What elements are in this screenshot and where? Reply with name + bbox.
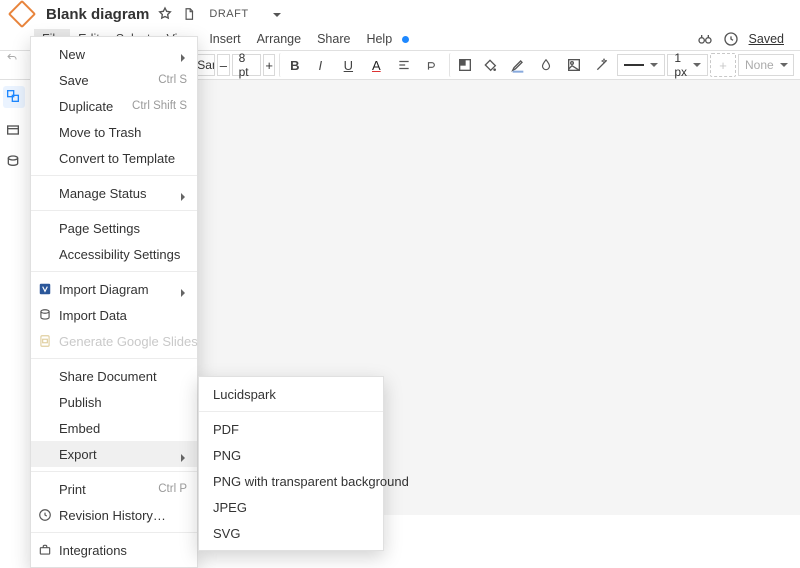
font-size-increase[interactable]: + bbox=[263, 54, 275, 76]
add-line-button[interactable]: + bbox=[710, 53, 736, 77]
file-share-document[interactable]: Share Document bbox=[31, 363, 197, 389]
file-new[interactable]: New bbox=[31, 41, 197, 67]
brand-icon bbox=[8, 0, 36, 28]
file-import-diagram[interactable]: Import Diagram bbox=[31, 276, 197, 302]
slides-icon bbox=[37, 333, 53, 349]
left-rail bbox=[0, 80, 28, 172]
page-icon[interactable] bbox=[181, 6, 197, 22]
file-duplicate[interactable]: DuplicateCtrl Shift S bbox=[31, 93, 197, 119]
line-style-select[interactable] bbox=[617, 54, 665, 76]
visio-icon bbox=[37, 281, 53, 297]
file-embed[interactable]: Embed bbox=[31, 415, 197, 441]
container-panel-icon[interactable] bbox=[5, 122, 23, 140]
line-width-value: 1 px bbox=[674, 51, 687, 79]
arrow-style-value: None bbox=[745, 58, 774, 72]
data-panel-icon[interactable] bbox=[5, 154, 23, 172]
undo-button[interactable] bbox=[4, 52, 20, 64]
file-import-data[interactable]: Import Data bbox=[31, 302, 197, 328]
clock-icon bbox=[37, 507, 53, 523]
underline-button[interactable]: U bbox=[335, 53, 361, 77]
fill-color-button[interactable] bbox=[449, 53, 475, 77]
text-color-button[interactable]: A bbox=[363, 53, 389, 77]
italic-button[interactable]: I bbox=[307, 53, 333, 77]
file-accessibility-settings[interactable]: Accessibility Settings bbox=[31, 241, 197, 267]
menu-arrange[interactable]: Arrange bbox=[249, 29, 309, 49]
export-png[interactable]: PNG bbox=[199, 442, 383, 468]
bold-button[interactable]: B bbox=[279, 53, 305, 77]
highlight-icon[interactable] bbox=[505, 53, 531, 77]
file-page-settings[interactable]: Page Settings bbox=[31, 215, 197, 241]
font-size-input[interactable]: 8 pt bbox=[232, 54, 261, 76]
saved-indicator[interactable]: Saved bbox=[749, 32, 784, 46]
export-jpeg[interactable]: JPEG bbox=[199, 494, 383, 520]
history-buttons bbox=[4, 52, 20, 64]
export-png-transparent[interactable]: PNG with transparent background bbox=[199, 468, 383, 494]
export-svg[interactable]: SVG bbox=[199, 520, 383, 546]
file-manage-status[interactable]: Manage Status bbox=[31, 180, 197, 206]
file-export[interactable]: Export bbox=[31, 441, 197, 467]
file-convert-template[interactable]: Convert to Template bbox=[31, 145, 197, 171]
menu-share[interactable]: Share bbox=[309, 29, 358, 49]
bucket-icon[interactable] bbox=[477, 53, 503, 77]
opacity-icon[interactable] bbox=[533, 53, 559, 77]
file-menu: New SaveCtrl S DuplicateCtrl Shift S Mov… bbox=[30, 36, 198, 568]
align-button[interactable] bbox=[391, 53, 417, 77]
text-style-button[interactable] bbox=[419, 53, 445, 77]
image-icon[interactable] bbox=[561, 53, 587, 77]
export-lucidspark[interactable]: Lucidspark bbox=[199, 381, 383, 407]
magic-icon[interactable] bbox=[589, 53, 615, 77]
menu-help[interactable]: Help bbox=[358, 29, 400, 49]
file-generate-google-slides: Generate Google Slides bbox=[31, 328, 197, 354]
arrow-style-select[interactable]: None bbox=[738, 54, 794, 76]
database-icon bbox=[37, 307, 53, 323]
status-label[interactable]: DRAFT bbox=[209, 8, 248, 20]
shapes-panel-icon[interactable] bbox=[3, 86, 25, 108]
briefcase-icon bbox=[37, 542, 53, 558]
file-move-to-trash[interactable]: Move to Trash bbox=[31, 119, 197, 145]
font-size-decrease[interactable]: – bbox=[217, 54, 229, 76]
document-title[interactable]: Blank diagram bbox=[46, 6, 149, 23]
file-print[interactable]: PrintCtrl P bbox=[31, 476, 197, 502]
file-integrations[interactable]: Integrations bbox=[31, 537, 197, 563]
export-pdf[interactable]: PDF bbox=[199, 416, 383, 442]
status-caret-icon[interactable] bbox=[257, 7, 281, 22]
file-revision-history[interactable]: Revision History… bbox=[31, 502, 197, 528]
notification-dot-icon[interactable] bbox=[402, 36, 409, 43]
history-icon[interactable] bbox=[723, 31, 739, 47]
file-publish[interactable]: Publish bbox=[31, 389, 197, 415]
file-save[interactable]: SaveCtrl S bbox=[31, 67, 197, 93]
find-icon[interactable] bbox=[697, 31, 713, 47]
line-width-select[interactable]: 1 px bbox=[667, 54, 708, 76]
title-bar: Blank diagram DRAFT bbox=[0, 0, 800, 28]
star-icon[interactable] bbox=[157, 6, 173, 22]
export-submenu: Lucidspark PDF PNG PNG with transparent … bbox=[198, 376, 384, 551]
menu-insert[interactable]: Insert bbox=[201, 29, 248, 49]
